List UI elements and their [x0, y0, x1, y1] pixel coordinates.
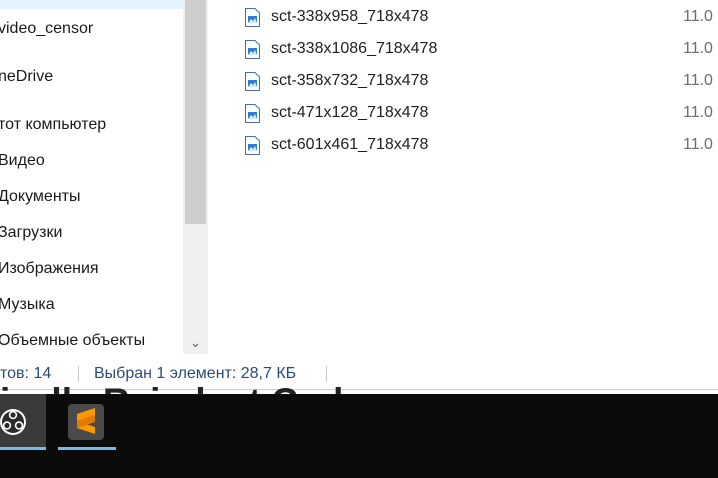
navigation-scrollbar[interactable]: ⌄ — [183, 0, 208, 354]
file-date: 11.0 — [683, 136, 713, 153]
scroll-down-arrow-icon[interactable]: ⌄ — [183, 334, 208, 352]
obs-icon — [0, 409, 26, 435]
nav-item-pictures[interactable]: Изображения — [0, 254, 99, 284]
taskbar — [0, 394, 718, 478]
nav-item-video-censor[interactable]: video_censor — [0, 14, 93, 44]
nav-item-hover-highlight — [0, 0, 183, 9]
taskbar-sublime-text-button[interactable] — [58, 394, 116, 450]
nav-item-3d-objects[interactable]: Объемные объекты — [0, 326, 145, 354]
file-row[interactable]: sct-358x732_718x478 11.0 — [208, 65, 718, 97]
file-explorer-window: video_censor neDrive тот компьютер Видео… — [0, 0, 718, 390]
nav-item-documents[interactable]: Документы — [0, 182, 80, 212]
nav-item-onedrive[interactable]: neDrive — [0, 62, 53, 92]
image-file-icon — [245, 8, 260, 27]
image-file-icon — [245, 136, 260, 155]
file-row[interactable]: sct-338x1086_718x478 11.0 — [208, 33, 718, 65]
image-file-icon — [245, 72, 260, 91]
file-date: 11.0 — [683, 40, 713, 57]
image-file-icon — [245, 40, 260, 59]
file-date: 11.0 — [683, 8, 713, 25]
file-date: 11.0 — [683, 72, 713, 89]
sublime-text-icon — [68, 404, 104, 440]
file-name: sct-338x958_718x478 — [271, 8, 429, 25]
file-name: sct-338x1086_718x478 — [271, 40, 438, 57]
navigation-pane: video_censor neDrive тот компьютер Видео… — [0, 0, 183, 354]
image-file-icon — [245, 104, 260, 123]
nav-item-video[interactable]: Видео — [0, 146, 45, 176]
file-row[interactable]: sct-601x461_718x478 11.0 — [208, 129, 718, 161]
file-row[interactable]: sct-471x128_718x478 11.0 — [208, 97, 718, 129]
file-name: sct-358x732_718x478 — [271, 72, 429, 89]
active-indicator — [58, 447, 116, 450]
nav-item-music[interactable]: Музыка — [0, 290, 55, 320]
file-name: sct-601x461_718x478 — [271, 136, 429, 153]
file-date: 11.0 — [683, 104, 713, 121]
nav-item-this-pc[interactable]: тот компьютер — [0, 110, 106, 140]
nav-item-downloads[interactable]: Загрузки — [0, 218, 62, 248]
scrollbar-thumb[interactable] — [185, 0, 206, 224]
file-name: sct-471x128_718x478 — [271, 104, 429, 121]
active-indicator — [0, 447, 46, 450]
file-list: sct-338x958_718x478 11.0 sct-338x1086_71… — [208, 0, 718, 354]
file-row[interactable]: sct-338x958_718x478 11.0 — [208, 1, 718, 33]
taskbar-obs-button[interactable] — [0, 394, 46, 450]
